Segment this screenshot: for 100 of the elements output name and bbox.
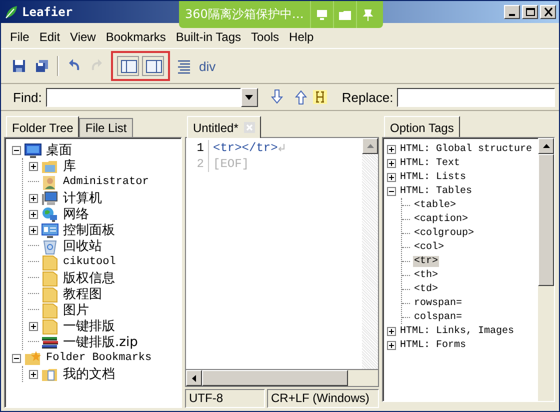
tag-group-item[interactable]: HTML: Global structure <box>399 144 534 154</box>
expand-icon[interactable] <box>29 194 38 202</box>
collapse-icon[interactable] <box>387 186 396 196</box>
toolbar-button[interactable] <box>142 56 164 76</box>
tag-group-item[interactable]: HTML: Lists <box>399 172 468 182</box>
end-of-file-marker: [EOF] <box>212 157 250 171</box>
tree-item[interactable]: 我的文档 <box>63 365 115 383</box>
highlight-h-icon[interactable] <box>312 89 328 105</box>
expand-icon[interactable] <box>387 326 396 336</box>
tab[interactable]: Option Tags <box>384 116 460 138</box>
tab-label: File List <box>85 121 127 135</box>
sandbox-status-text: 360隔离沙箱保护中… <box>184 6 305 23</box>
tag-item[interactable]: <tr> <box>413 256 440 266</box>
right-pane-layout-icon <box>144 58 162 74</box>
tree-item[interactable]: 控制面板 <box>63 221 115 239</box>
replace-input-field[interactable] <box>397 88 555 106</box>
tree-item[interactable]: 图片 <box>63 301 89 319</box>
menu-item[interactable]: Tools <box>246 28 284 46</box>
expand-icon[interactable] <box>29 226 38 234</box>
tab[interactable]: Folder Tree <box>6 116 80 138</box>
tag-item[interactable]: <table> <box>413 200 458 210</box>
close-icon <box>542 7 554 17</box>
scroll-up-button[interactable] <box>538 138 554 154</box>
tree-item[interactable]: 库 <box>63 157 76 175</box>
close-button[interactable] <box>540 5 556 19</box>
maximize-icon <box>524 7 536 17</box>
current-tag-label: div <box>199 58 216 74</box>
vertical-scrollbar-thumb[interactable] <box>538 154 554 286</box>
tag-item[interactable]: <colgroup> <box>413 228 476 238</box>
tag-group-item[interactable]: HTML: Text <box>399 158 462 168</box>
line-break-icon <box>278 144 285 152</box>
scroll-up-button[interactable] <box>362 138 378 154</box>
tag-item[interactable]: <th> <box>413 270 440 280</box>
expand-icon[interactable] <box>387 144 396 154</box>
tag-item[interactable]: <col> <box>413 242 446 252</box>
expand-icon[interactable] <box>387 158 396 168</box>
tree-item[interactable]: 桌面 <box>46 141 72 159</box>
line-number: 2 <box>186 156 209 172</box>
expand-icon[interactable] <box>29 370 38 378</box>
tree-item[interactable]: 计算机 <box>63 189 102 207</box>
line-number: 1 <box>186 140 209 156</box>
menu-item[interactable]: Help <box>284 28 319 46</box>
folder-icon <box>41 270 59 286</box>
tree-item[interactable]: 版权信息 <box>63 269 115 287</box>
tree-item[interactable]: Folder Bookmarks <box>46 352 152 364</box>
tag-group-item[interactable]: HTML: Links, Images <box>399 326 516 336</box>
window-title: Leafier <box>22 5 73 19</box>
tree-item[interactable]: Administrator <box>63 176 149 188</box>
tree-item[interactable]: cikutool <box>63 256 116 268</box>
horizontal-scrollbar-thumb[interactable] <box>202 370 348 386</box>
folder-icon <box>41 302 59 318</box>
folder-icon <box>41 254 59 270</box>
code-line: <tr></tr> <box>212 141 278 155</box>
tree-item[interactable]: 回收站 <box>63 237 102 255</box>
recycle-bin-icon <box>41 238 59 254</box>
dropdown-button[interactable] <box>240 88 258 106</box>
collapse-icon[interactable] <box>12 354 21 362</box>
maximize-button[interactable] <box>522 5 538 19</box>
tag-item[interactable]: <td> <box>413 284 440 294</box>
star-folder-icon <box>24 350 42 366</box>
caret-icon <box>245 94 254 100</box>
tag-item[interactable]: rowspan= <box>413 298 464 308</box>
menu-item[interactable]: Bookmarks <box>100 28 171 46</box>
up-arrow-icon[interactable] <box>294 89 308 105</box>
menu-item[interactable]: Edit <box>34 28 66 46</box>
toolbar-button[interactable] <box>117 56 139 76</box>
tab[interactable]: File List <box>79 118 133 137</box>
tab[interactable]: Untitled* <box>187 116 262 138</box>
find-input-field[interactable] <box>46 88 241 106</box>
down-arrow-icon[interactable] <box>270 89 284 105</box>
tab-label: Folder Tree <box>12 120 74 134</box>
folder-icon <box>41 286 59 302</box>
collapse-icon[interactable] <box>12 146 21 154</box>
tree-item[interactable]: 一键排版.zip <box>63 333 138 351</box>
minimize-icon <box>509 14 515 16</box>
menu-item[interactable]: File <box>5 28 34 46</box>
tag-item[interactable]: colspan= <box>413 312 464 322</box>
tree-item[interactable]: 网络 <box>63 205 89 223</box>
tree-item[interactable]: 教程图 <box>63 285 102 303</box>
minimize-button[interactable] <box>504 5 520 19</box>
expand-icon[interactable] <box>387 172 396 182</box>
tree-item[interactable]: 一键排版 <box>63 317 115 335</box>
menu-item[interactable]: Built-in Tags <box>170 28 246 46</box>
expand-icon[interactable] <box>29 210 38 218</box>
scroll-left-button[interactable] <box>186 370 202 386</box>
tag-group-item[interactable]: HTML: Tables <box>399 186 474 196</box>
save-all-icon <box>34 58 50 74</box>
expand-icon[interactable] <box>387 340 396 350</box>
align-lines-icon <box>176 58 192 74</box>
up-triangle-icon <box>542 144 550 148</box>
expand-icon[interactable] <box>29 162 38 170</box>
menu-item[interactable]: View <box>65 28 101 46</box>
tag-group-item[interactable]: HTML: Forms <box>399 340 468 350</box>
leaf-logo-icon <box>4 5 18 19</box>
left-triangle-icon <box>192 374 196 382</box>
tab-label: Option Tags <box>390 120 454 134</box>
up-triangle-icon <box>366 144 374 148</box>
expand-icon[interactable] <box>29 322 38 330</box>
computer-icon <box>41 190 59 206</box>
tag-item[interactable]: <caption> <box>413 214 470 224</box>
